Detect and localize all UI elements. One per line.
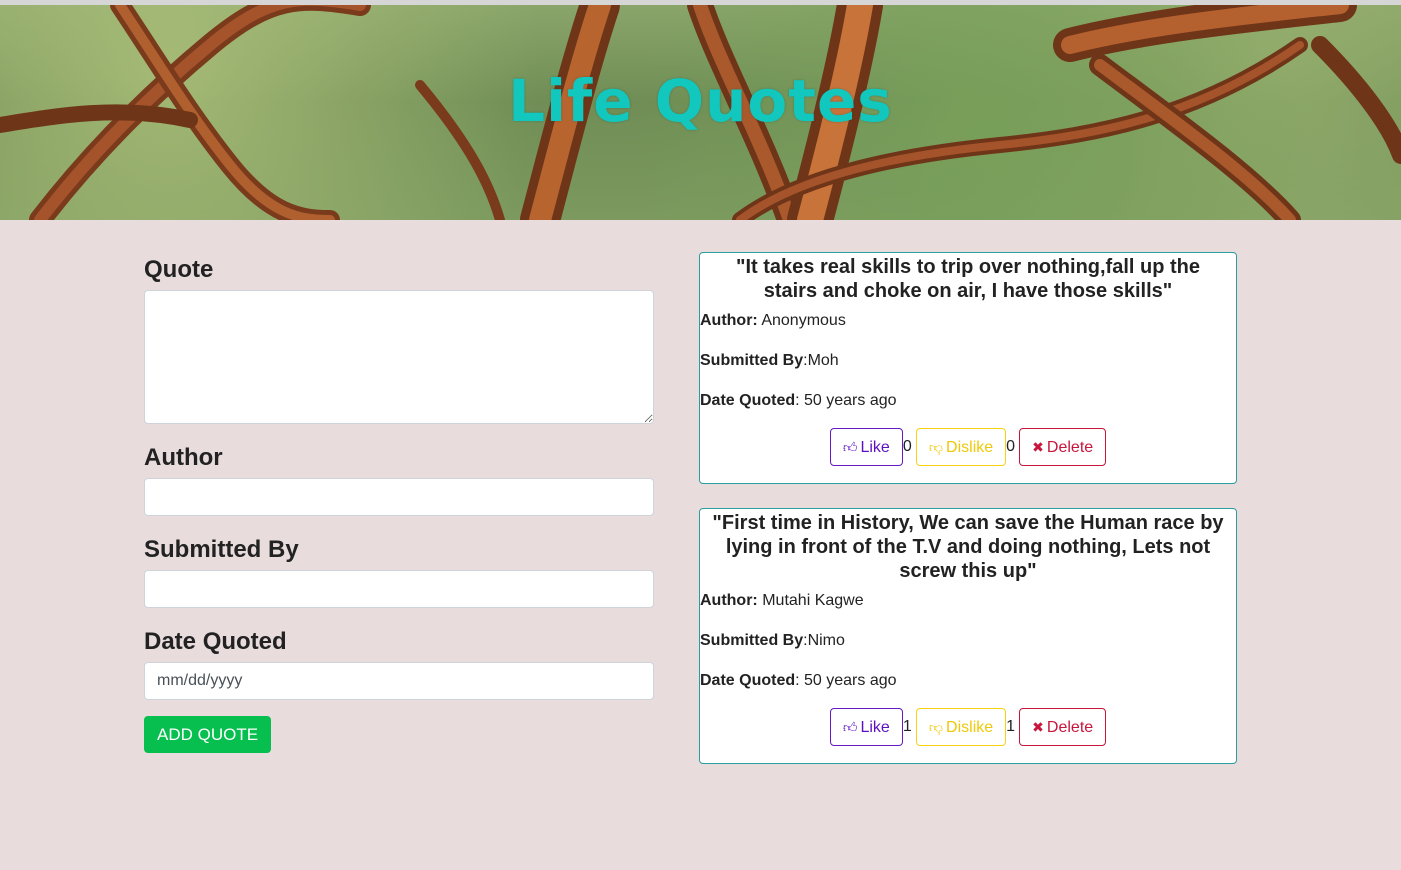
like-label: Like xyxy=(860,439,890,456)
delete-label: Delete xyxy=(1046,719,1094,736)
dislike-count: 1 xyxy=(1006,718,1016,735)
quote-textarea[interactable] xyxy=(144,290,654,424)
dislike-button[interactable]: 👎︎ Dislike xyxy=(915,708,1007,746)
date-quoted-label: Date Quoted xyxy=(700,392,796,409)
author-line: Author: Mutahi Kagwe xyxy=(700,590,1236,612)
close-icon: ✖ xyxy=(1032,719,1044,735)
like-button[interactable]: 👍︎ Like xyxy=(829,428,903,466)
like-count: 0 xyxy=(902,438,912,455)
author-value: Mutahi Kagwe xyxy=(762,592,864,609)
author-label: Author: xyxy=(700,312,758,329)
quote-text: "First time in History, We can save the … xyxy=(712,512,1224,582)
delete-button[interactable]: ✖ Delete xyxy=(1019,428,1107,466)
submitted-by-label: Submitted By xyxy=(144,536,299,563)
site-title: Life Quotes xyxy=(508,67,893,135)
header-banner: Life Quotes xyxy=(0,5,1401,220)
date-quoted-line: Date Quoted: 50 years ago xyxy=(700,670,1236,692)
vote-actions: 👍︎ Like 1 👎︎ Dislike 1 ✖ Delete xyxy=(700,708,1236,746)
dislike-button[interactable]: 👎︎ Dislike xyxy=(915,428,1007,466)
author-input[interactable] xyxy=(144,478,654,516)
quote-card: "It takes real skills to trip over nothi… xyxy=(699,252,1237,484)
submitted-by-value: :Nimo xyxy=(803,632,845,649)
vote-actions: 👍︎ Like 0 👎︎ Dislike 0 ✖ Delete xyxy=(700,428,1236,466)
submitted-by-line: Submitted By:Nimo xyxy=(700,630,1236,652)
dislike-label: Dislike xyxy=(946,719,994,736)
dislike-count: 0 xyxy=(1006,438,1016,455)
quote-label: Quote xyxy=(144,256,214,283)
submitted-by-label: Submitted By xyxy=(700,632,804,649)
author-value: Anonymous xyxy=(761,312,846,329)
author-line: Author: Anonymous xyxy=(700,310,1236,332)
date-quoted-value: : 50 years ago xyxy=(795,392,897,409)
thumbs-down-icon: 👎︎ xyxy=(928,719,944,735)
dislike-label: Dislike xyxy=(946,439,994,456)
like-label: Like xyxy=(860,719,890,736)
submitted-by-line: Submitted By:Moh xyxy=(700,350,1236,372)
date-quoted-line: Date Quoted: 50 years ago xyxy=(700,390,1236,412)
add-quote-button[interactable]: ADD QUOTE xyxy=(144,716,272,753)
submitted-by-value: :Moh xyxy=(803,352,839,369)
thumbs-up-icon: 👍︎ xyxy=(842,439,858,455)
delete-button[interactable]: ✖ Delete xyxy=(1019,708,1107,746)
close-icon: ✖ xyxy=(1032,439,1044,455)
quote-text: "It takes real skills to trip over nothi… xyxy=(735,256,1200,302)
author-label: Author: xyxy=(700,592,758,609)
like-count: 1 xyxy=(902,718,912,735)
thumbs-down-icon: 👎︎ xyxy=(928,439,944,455)
date-quoted-label: Date Quoted xyxy=(700,672,796,689)
date-quoted-value: : 50 years ago xyxy=(795,672,897,689)
author-label: Author xyxy=(144,444,223,471)
add-quote-form: Quote Author Submitted By Date Quoted AD… xyxy=(144,250,654,753)
like-button[interactable]: 👍︎ Like xyxy=(829,708,903,746)
delete-label: Delete xyxy=(1046,439,1094,456)
submitted-by-label: Submitted By xyxy=(700,352,804,369)
submitted-by-input[interactable] xyxy=(144,570,654,608)
date-quoted-input[interactable] xyxy=(144,662,654,700)
quote-card: "First time in History, We can save the … xyxy=(699,508,1237,764)
thumbs-up-icon: 👍︎ xyxy=(842,719,858,735)
date-quoted-label: Date Quoted xyxy=(144,628,287,655)
